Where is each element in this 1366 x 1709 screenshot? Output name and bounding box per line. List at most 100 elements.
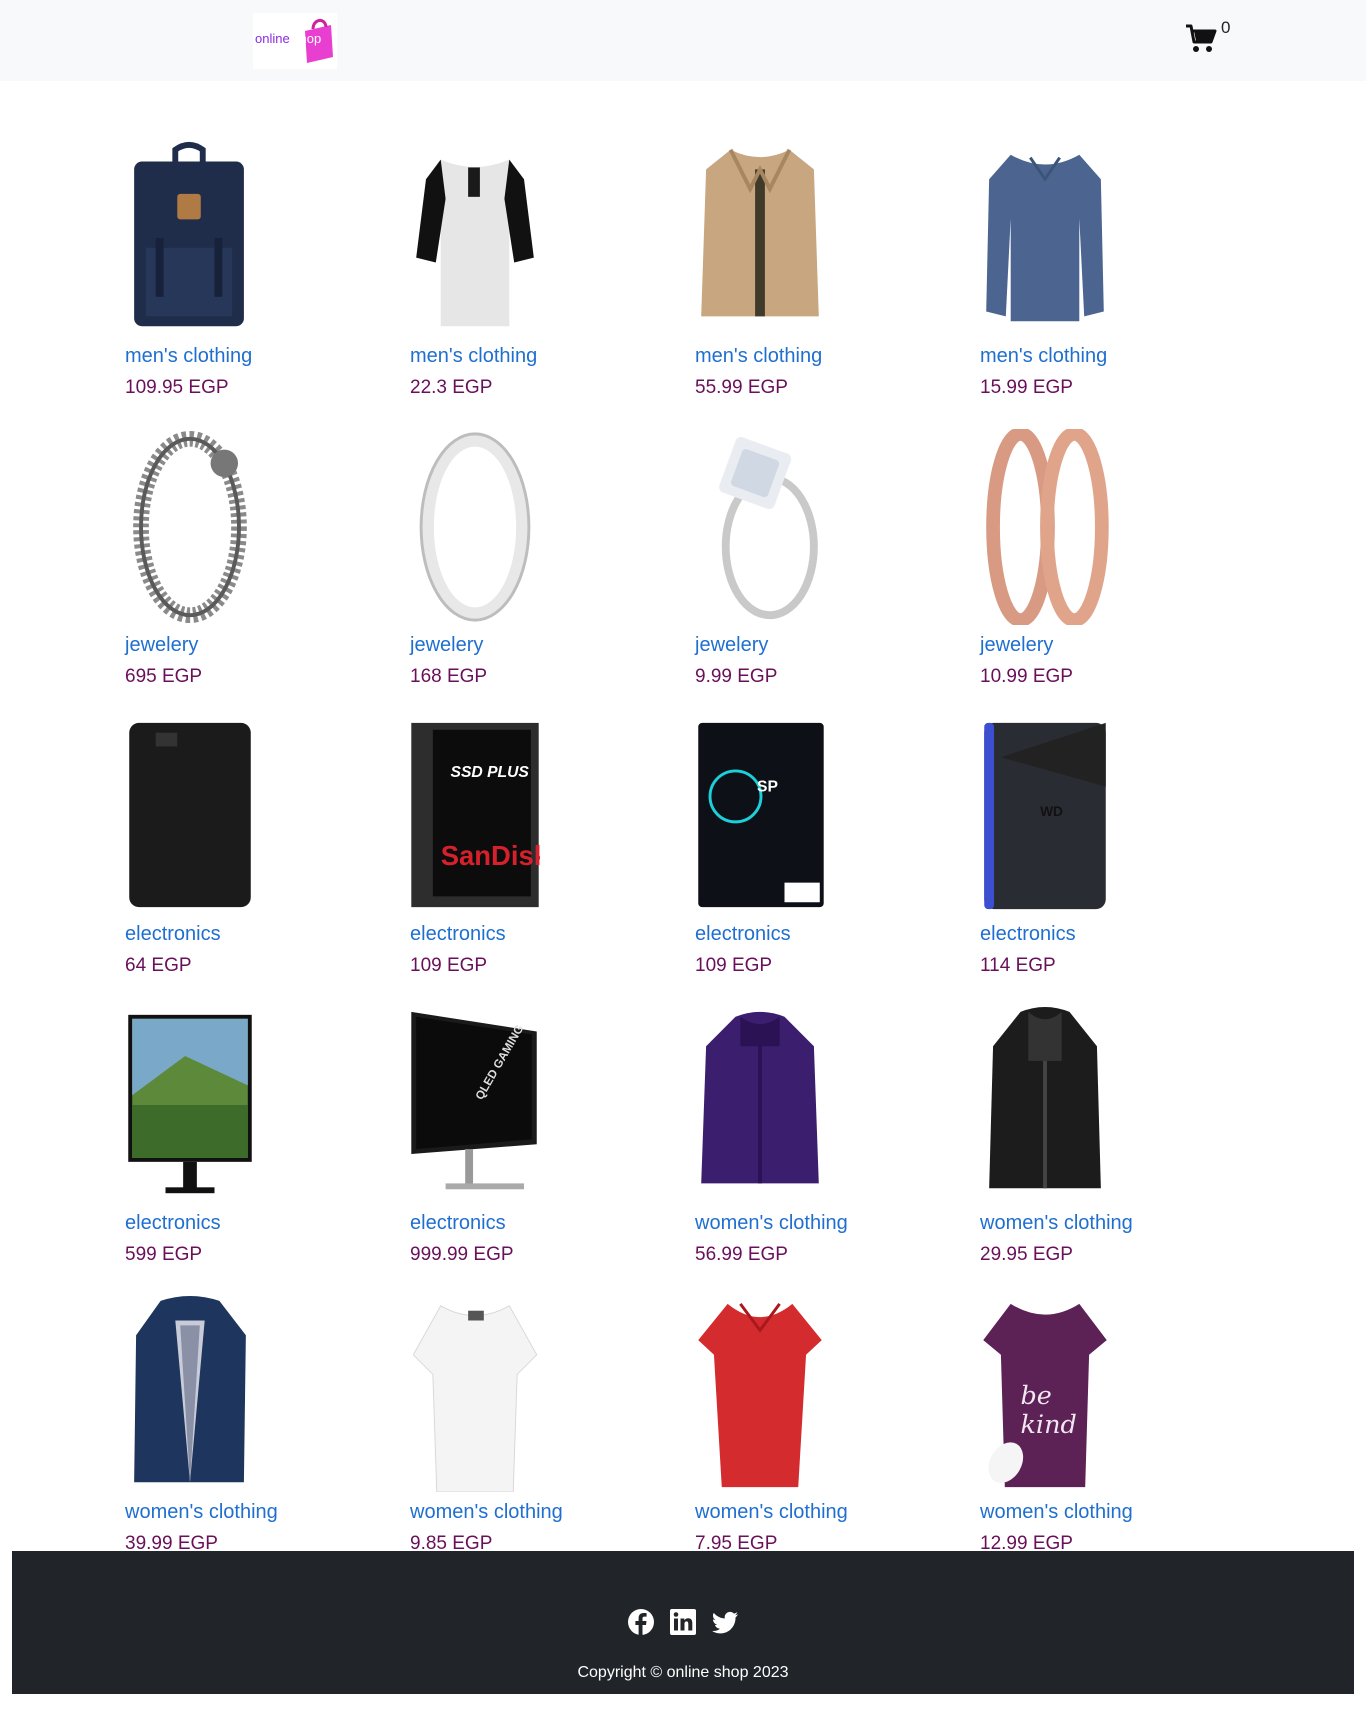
product-price: 999.99 EGP — [410, 1244, 514, 1265]
product-card[interactable]: jewelery 9.99 EGP — [695, 429, 980, 702]
product-category-link[interactable]: women's clothing — [695, 1211, 980, 1235]
product-image[interactable]: WD — [980, 718, 1110, 914]
product-category-link[interactable]: men's clothing — [125, 344, 410, 368]
product-card[interactable]: women's clothing 7.95 EGP — [695, 1296, 980, 1569]
product-category-link[interactable]: jewelery — [980, 633, 1265, 657]
product-price: 9.99 EGP — [695, 666, 778, 687]
product-price: 22.3 EGP — [410, 377, 493, 398]
product-image[interactable] — [695, 1007, 825, 1203]
snowboard-jacket-image — [701, 1011, 819, 1184]
product-card[interactable]: jewelery 168 EGP — [410, 429, 695, 702]
monitor-image — [128, 1014, 252, 1194]
svg-text:kind: kind — [1021, 1410, 1077, 1440]
leather-jacket-image — [989, 1007, 1101, 1189]
product-category-link[interactable]: electronics — [410, 1211, 695, 1235]
product-image[interactable]: SSD PLUS SanDisk — [410, 718, 540, 914]
product-image[interactable] — [410, 1296, 540, 1492]
product-card[interactable]: women's clothing 56.99 EGP — [695, 1007, 980, 1280]
slim-fit-shirt-image — [986, 154, 1104, 322]
product-category-link[interactable]: jewelery — [125, 633, 410, 657]
svg-text:SanDisk: SanDisk — [441, 840, 540, 871]
rose-gold-earrings-image — [986, 429, 1109, 625]
logo-text-shop: shop — [293, 31, 321, 46]
product-image[interactable] — [980, 1007, 1110, 1203]
product-card[interactable]: women's clothing 9.85 EGP — [410, 1296, 695, 1569]
product-card[interactable]: men's clothing 15.99 EGP — [980, 140, 1265, 413]
product-image[interactable]: QLED GAMING — [410, 1007, 540, 1203]
product-image[interactable] — [695, 140, 825, 336]
product-card[interactable]: men's clothing 55.99 EGP — [695, 140, 980, 413]
product-image[interactable]: SP — [695, 718, 825, 914]
product-card[interactable]: men's clothing 109.95 EGP — [125, 140, 410, 413]
product-card[interactable]: electronics 64 EGP — [125, 718, 410, 991]
product-category-link[interactable]: women's clothing — [410, 1500, 695, 1524]
product-card[interactable]: women's clothing 29.95 EGP — [980, 1007, 1265, 1280]
product-image[interactable] — [125, 1007, 255, 1203]
product-category-link[interactable]: jewelery — [410, 633, 695, 657]
product-card[interactable]: SP electronics 109 EGP — [695, 718, 980, 991]
facebook-link[interactable] — [627, 1608, 655, 1636]
navbar: online shop 0 — [0, 0, 1366, 81]
product-card[interactable]: SSD PLUS SanDisk electronics 109 EGP — [410, 718, 695, 991]
product-image[interactable] — [125, 718, 255, 914]
product-price: 15.99 EGP — [980, 377, 1073, 398]
product-price: 56.99 EGP — [695, 1244, 788, 1265]
product-price: 109.95 EGP — [125, 377, 229, 398]
product-image[interactable] — [410, 429, 540, 625]
logo-text-online: online — [255, 31, 290, 46]
product-card[interactable]: WD electronics 114 EGP — [980, 718, 1265, 991]
product-category-link[interactable]: women's clothing — [980, 1500, 1265, 1524]
product-price: 55.99 EGP — [695, 377, 788, 398]
product-category-link[interactable]: men's clothing — [695, 344, 980, 368]
product-category-link[interactable]: electronics — [695, 922, 980, 946]
product-image[interactable] — [695, 1296, 825, 1492]
product-image[interactable] — [125, 140, 255, 336]
product-price: 29.95 EGP — [980, 1244, 1073, 1265]
product-price: 64 EGP — [125, 955, 192, 976]
product-category-link[interactable]: women's clothing — [980, 1211, 1265, 1235]
product-image[interactable] — [695, 429, 825, 625]
silicon-power-ssd-image: SP — [698, 722, 824, 908]
product-card[interactable]: be kind women's clothing 12.99 EGP — [980, 1296, 1265, 1569]
product-price: 114 EGP — [980, 955, 1056, 976]
product-category-link[interactable]: electronics — [125, 1211, 410, 1235]
product-image[interactable] — [980, 429, 1110, 625]
product-image[interactable] — [125, 429, 255, 625]
product-image[interactable] — [410, 140, 540, 336]
cart-button[interactable]: 0 — [1185, 18, 1230, 58]
product-grid: men's clothing 109.95 EGP men's clothing 22… — [125, 140, 1265, 1569]
twitter-link[interactable] — [711, 1608, 739, 1636]
product-card[interactable]: jewelery 10.99 EGP — [980, 429, 1265, 702]
white-top-image — [412, 1305, 538, 1492]
product-price: 109 EGP — [695, 955, 773, 976]
facebook-icon — [628, 1609, 654, 1635]
chain-bracelet-image — [133, 430, 247, 624]
product-category-link[interactable]: men's clothing — [980, 344, 1265, 368]
silver-ring-image — [419, 432, 531, 622]
product-category-link[interactable]: women's clothing — [125, 1500, 410, 1524]
product-category-link[interactable]: electronics — [980, 922, 1265, 946]
logo[interactable]: online shop — [253, 13, 337, 69]
product-category-link[interactable]: women's clothing — [695, 1500, 980, 1524]
app-root: online shop 0 men's clothing 109.95 EGP me… — [0, 0, 1366, 1709]
product-category-link[interactable]: electronics — [125, 922, 410, 946]
product-category-link[interactable]: men's clothing — [410, 344, 695, 368]
product-card[interactable]: women's clothing 39.99 EGP — [125, 1296, 410, 1569]
product-card[interactable]: men's clothing 22.3 EGP — [410, 140, 695, 413]
shopping-cart-icon — [1186, 24, 1217, 52]
product-card[interactable]: electronics 599 EGP — [125, 1007, 410, 1280]
rain-jacket-image — [134, 1296, 246, 1483]
product-category-link[interactable]: electronics — [410, 922, 695, 946]
svg-text:SP: SP — [757, 779, 778, 796]
product-image[interactable] — [980, 140, 1110, 336]
product-card[interactable]: jewelery 695 EGP — [125, 429, 410, 702]
product-price: 695 EGP — [125, 666, 203, 687]
linkedin-link[interactable] — [669, 1608, 697, 1636]
twitter-icon — [712, 1611, 738, 1634]
product-price: 168 EGP — [410, 666, 488, 687]
wd-gaming-drive-image: WD — [984, 722, 1106, 910]
product-image[interactable] — [125, 1296, 255, 1492]
product-image[interactable]: be kind — [980, 1296, 1110, 1492]
product-category-link[interactable]: jewelery — [695, 633, 980, 657]
product-card[interactable]: QLED GAMING electronics 999.99 EGP — [410, 1007, 695, 1280]
